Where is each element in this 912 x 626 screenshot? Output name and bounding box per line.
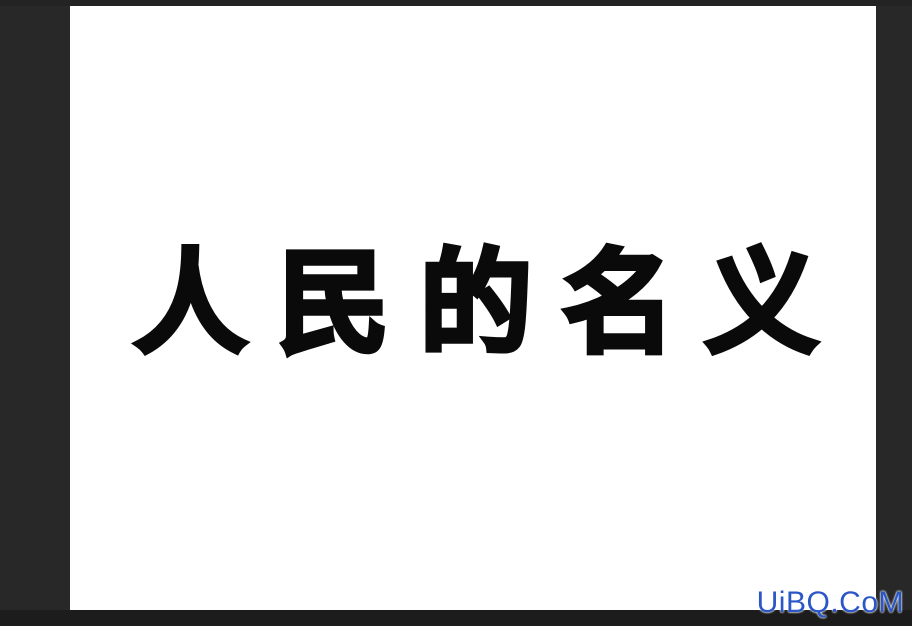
document-canvas[interactable]: 人 民 的 名 义 bbox=[70, 6, 876, 610]
headline-char-4: 名 bbox=[560, 239, 677, 369]
workspace: 人 民 的 名 义 UiBQ.CoM bbox=[0, 0, 912, 626]
headline-char-2: 民 bbox=[275, 239, 392, 369]
watermark-logo: UiBQ.CoM bbox=[757, 586, 904, 620]
headline-char-1: 人 bbox=[132, 239, 249, 369]
watermark-prefix: UiBQ bbox=[756, 586, 831, 619]
headline-char-3: 的 bbox=[417, 239, 534, 369]
watermark-suffix: .CoM bbox=[830, 586, 904, 619]
headline-char-5: 义 bbox=[703, 239, 820, 369]
headline-text-layer[interactable]: 人 民 的 名 义 bbox=[126, 239, 826, 369]
